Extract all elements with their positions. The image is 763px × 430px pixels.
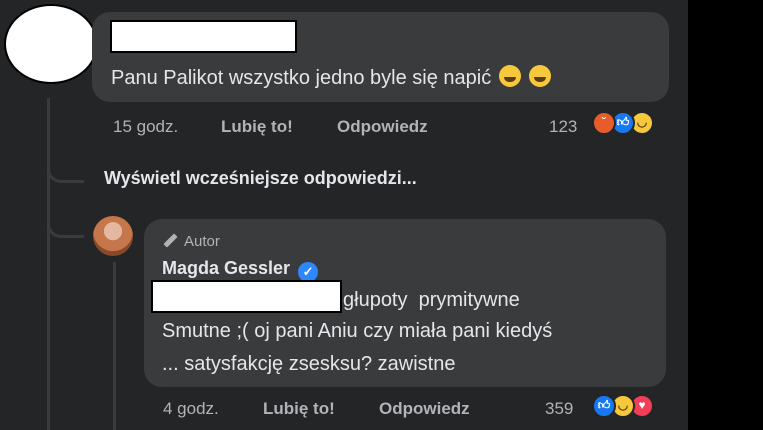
reply-text-line2: Smutne ;( oj pani Aniu czy miała pani ki… xyxy=(162,320,553,342)
comment-like-button[interactable]: Lubię to! xyxy=(221,117,293,137)
comment-reply-button[interactable]: Odpowiedz xyxy=(337,117,428,137)
comment-reactions[interactable]: ˘ 👍︎ ◡ xyxy=(592,111,672,135)
author-name-link[interactable]: Magda Gessler xyxy=(162,258,290,278)
reply-reactions[interactable]: 👍︎ ◡ ♥ xyxy=(592,394,672,418)
reply-text-line1: głupoty prymitywne xyxy=(343,289,520,311)
verified-badge-icon: ✓ xyxy=(298,262,319,282)
view-previous-replies-link[interactable]: Wyświetl wcześniejsze odpowiedzi... xyxy=(104,168,417,189)
commenter-avatar-redacted[interactable] xyxy=(4,4,98,84)
author-badge-label: Autor xyxy=(184,233,220,250)
comment-reaction-count[interactable]: 123 xyxy=(549,117,577,137)
reply-thread-line xyxy=(113,262,116,430)
reply-reaction-count[interactable]: 359 xyxy=(545,399,573,419)
like-reaction-icon: 👍︎ xyxy=(592,394,616,418)
reply-reply-button[interactable]: Odpowiedz xyxy=(379,399,470,419)
thread-line xyxy=(47,98,50,430)
thread-branch xyxy=(47,212,84,238)
thread-branch xyxy=(47,150,84,183)
author-badge: Autor xyxy=(164,233,220,250)
comment-text-body: Panu Palikot wszystko jedno byle się nap… xyxy=(111,67,492,89)
mentioned-name-redacted xyxy=(151,280,342,313)
reply-like-button[interactable]: Lubię to! xyxy=(263,399,335,419)
reply-timestamp[interactable]: 4 godz. xyxy=(163,399,219,419)
angry-reaction-icon: ˘ xyxy=(592,111,616,135)
comments-panel: Panu Palikot wszystko jedno byle się nap… xyxy=(0,0,688,430)
reply-author: Magda Gessler ✓ xyxy=(162,258,319,282)
woozy-face-emoji-icon xyxy=(499,65,522,87)
comment-timestamp[interactable]: 15 godz. xyxy=(113,117,178,137)
author-avatar[interactable] xyxy=(93,216,133,256)
grinning-face-emoji-icon xyxy=(529,65,552,87)
comment-text: Panu Palikot wszystko jedno byle się nap… xyxy=(111,65,552,90)
commenter-name-redacted xyxy=(110,20,297,53)
reply-text-line3: ... satysfakcję zsesksu? zawistne xyxy=(162,353,456,375)
pen-icon xyxy=(164,234,178,248)
